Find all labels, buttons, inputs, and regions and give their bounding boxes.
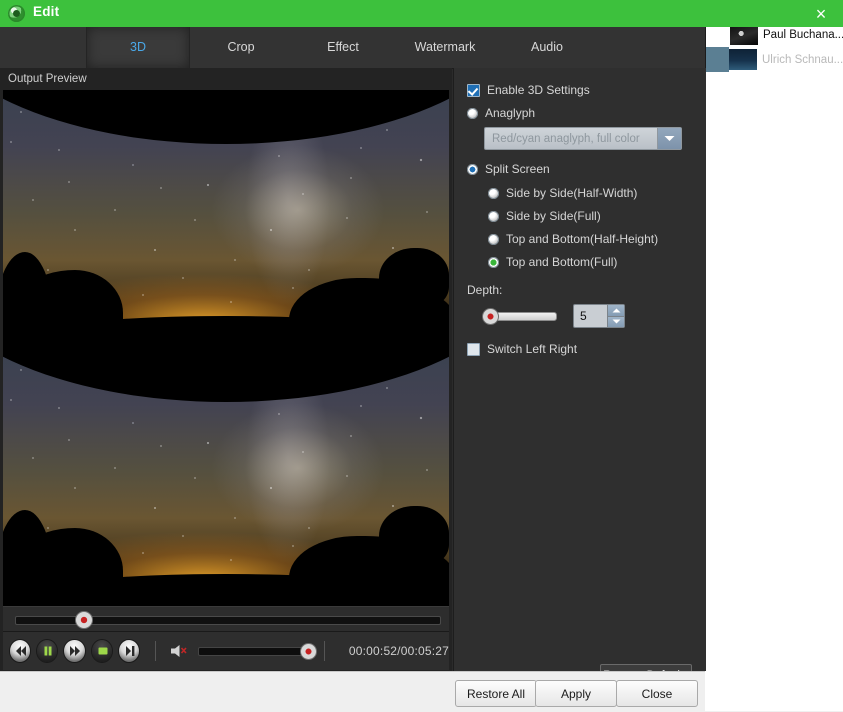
side-by-side-half-radio[interactable] — [488, 187, 499, 199]
top-bottom-full-radio[interactable] — [488, 256, 499, 268]
split-option-top-bottom-half[interactable]: Top and Bottom(Half-Height) — [488, 232, 706, 246]
split-option-side-full[interactable]: Side by Side(Full) — [488, 209, 706, 223]
anaglyph-mode-select[interactable]: Red/cyan anaglyph, full color — [484, 127, 682, 150]
stepper-down-icon[interactable] — [607, 315, 624, 327]
split-screen-row[interactable]: Split Screen — [467, 162, 706, 176]
pause-icon[interactable] — [37, 640, 58, 662]
tab-bar-spacer — [0, 27, 86, 68]
dialog-body: 3D Crop Effect Watermark Audio Output Pr… — [0, 27, 706, 688]
tree-silhouette-right-2 — [379, 248, 449, 308]
transport-bar: 00:00:52/00:05:27 — [3, 632, 449, 670]
split-option-label: Side by Side(Half-Width) — [506, 186, 638, 200]
tab-watermark[interactable]: Watermark — [394, 27, 496, 68]
tab-audio[interactable]: Audio — [496, 27, 598, 68]
enable-3d-row[interactable]: Enable 3D Settings — [467, 83, 706, 97]
anaglyph-mode-value: Red/cyan anaglyph, full color — [492, 132, 640, 145]
preview-half-bottom — [3, 348, 449, 606]
time-display: 00:00:52/00:05:27 — [348, 644, 450, 658]
preview-half-top — [3, 90, 449, 348]
anaglyph-radio[interactable] — [467, 107, 478, 119]
split-screen-radio[interactable] — [467, 163, 478, 175]
rewind-icon[interactable] — [10, 640, 31, 662]
transport-divider — [154, 641, 156, 661]
tree-silhouette-right-2-copy — [379, 506, 449, 566]
preview-panel: Output Preview 00:00:52/00:05:27 — [0, 68, 452, 671]
title-bar: Edit × — [0, 0, 843, 27]
depth-stepper-buttons — [607, 305, 624, 327]
anaglyph-label: Anaglyph — [485, 106, 536, 120]
enable-3d-label: Enable 3D Settings — [487, 83, 590, 97]
apply-button[interactable]: Apply — [535, 680, 617, 707]
tab-bar: 3D Crop Effect Watermark Audio — [0, 27, 705, 69]
side-by-side-full-radio[interactable] — [488, 210, 499, 222]
tab-3d[interactable]: 3D — [86, 27, 190, 68]
split-option-label: Top and Bottom(Half-Height) — [506, 232, 659, 246]
split-option-side-half-width[interactable]: Side by Side(Half-Width) — [488, 186, 706, 200]
depth-value[interactable]: 5 — [574, 305, 607, 327]
split-screen-label: Split Screen — [485, 162, 550, 176]
seek-handle[interactable] — [75, 611, 93, 629]
video-preview[interactable] — [3, 90, 449, 606]
tab-effect[interactable]: Effect — [292, 27, 394, 68]
transport-divider-2 — [323, 641, 325, 661]
stepper-up-icon[interactable] — [607, 305, 624, 316]
depth-slider[interactable] — [482, 307, 557, 325]
footer-bar: Restore All Apply Close — [0, 671, 705, 712]
output-preview-label: Output Preview — [0, 68, 452, 90]
tab-crop[interactable]: Crop — [190, 27, 292, 68]
settings-panel: Enable 3D Settings Anaglyph Red/cyan ana… — [453, 68, 706, 671]
close-button[interactable]: Close — [616, 680, 698, 707]
speaker-muted-icon[interactable] — [168, 642, 190, 660]
next-frame-icon[interactable] — [118, 640, 139, 662]
top-bottom-half-radio[interactable] — [488, 233, 499, 245]
edit-dialog: Edit × 3D Crop Effect Watermark Audio Ou… — [0, 0, 843, 712]
close-icon[interactable]: × — [809, 3, 833, 25]
switch-left-right-checkbox[interactable] — [467, 342, 480, 356]
enable-3d-checkbox[interactable] — [467, 83, 480, 97]
switch-left-right-row[interactable]: Switch Left Right — [467, 342, 706, 356]
volume-slider[interactable] — [197, 642, 317, 660]
depth-stepper[interactable]: 5 — [573, 304, 625, 328]
switch-left-right-label: Switch Left Right — [487, 342, 578, 356]
fast-forward-icon[interactable] — [64, 640, 85, 662]
split-option-label: Side by Side(Full) — [506, 209, 601, 223]
restore-all-button[interactable]: Restore All — [455, 680, 537, 707]
split-option-top-bottom-full[interactable]: Top and Bottom(Full) — [488, 255, 706, 269]
seek-bar[interactable] — [3, 606, 449, 632]
anaglyph-row[interactable]: Anaglyph — [467, 106, 706, 120]
snapshot-icon[interactable] — [91, 640, 112, 662]
volume-handle[interactable] — [299, 642, 317, 660]
depth-control-row: 5 — [482, 304, 706, 328]
window-title: Edit — [33, 4, 60, 19]
split-option-label: Top and Bottom(Full) — [506, 255, 618, 269]
depth-label: Depth: — [467, 283, 503, 297]
depth-slider-handle[interactable] — [482, 307, 499, 325]
app-logo-icon — [8, 5, 25, 22]
chevron-down-icon[interactable] — [657, 128, 681, 149]
